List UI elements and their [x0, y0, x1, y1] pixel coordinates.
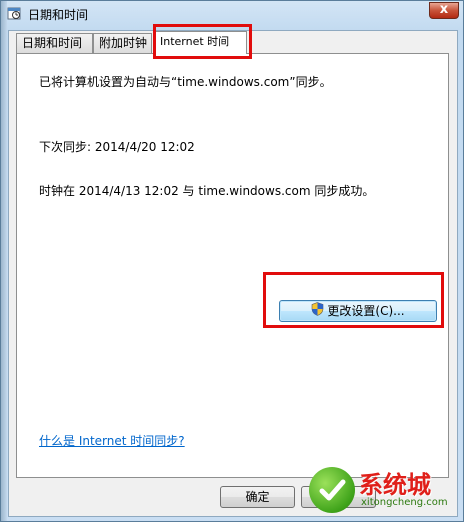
window-title: 日期和时间	[28, 8, 89, 22]
tab-additional-clocks[interactable]: 附加时钟	[93, 33, 152, 53]
watermark-text: 系统城	[359, 470, 431, 499]
site-watermark: 系统城 xitongcheng.com	[309, 465, 457, 517]
ok-label: 确定	[245, 490, 270, 504]
change-settings-button[interactable]: 更改设置(C)...	[279, 300, 437, 322]
close-button[interactable]: x	[429, 2, 459, 19]
title-bar[interactable]: 日期和时间 x	[1, 1, 463, 25]
watermark-url: xitongcheng.com	[361, 497, 448, 508]
tab-label: 附加时钟	[99, 36, 148, 50]
next-sync-text: 下次同步: 2014/4/20 12:02	[39, 140, 195, 154]
tab-date-time[interactable]: 日期和时间	[16, 33, 93, 53]
ok-button[interactable]: 确定	[220, 486, 295, 508]
window-border	[1, 1, 7, 521]
clock-calendar-icon	[7, 6, 21, 20]
tab-internet-time[interactable]: Internet 时间	[154, 31, 247, 54]
change-settings-label: 更改设置(C)...	[327, 304, 405, 318]
help-link[interactable]: 什么是 Internet 时间同步?	[39, 432, 185, 449]
uac-shield-icon	[311, 301, 324, 322]
internet-time-panel: 已将计算机设置为自动与“time.windows.com”同步。 下次同步: 2…	[16, 53, 449, 478]
close-icon: x	[439, 2, 449, 17]
last-sync-status: 时钟在 2014/4/13 12:02 与 time.windows.com 同…	[39, 184, 375, 198]
date-time-dialog: 日期和时间 x 日期和时间 附加时钟 Internet 时间 已将计算机设置为自…	[0, 0, 464, 522]
tab-label: 日期和时间	[22, 36, 83, 50]
sync-config-text: 已将计算机设置为自动与“time.windows.com”同步。	[39, 75, 332, 89]
watermark-logo-icon	[309, 467, 355, 513]
tab-label: Internet 时间	[160, 35, 230, 48]
